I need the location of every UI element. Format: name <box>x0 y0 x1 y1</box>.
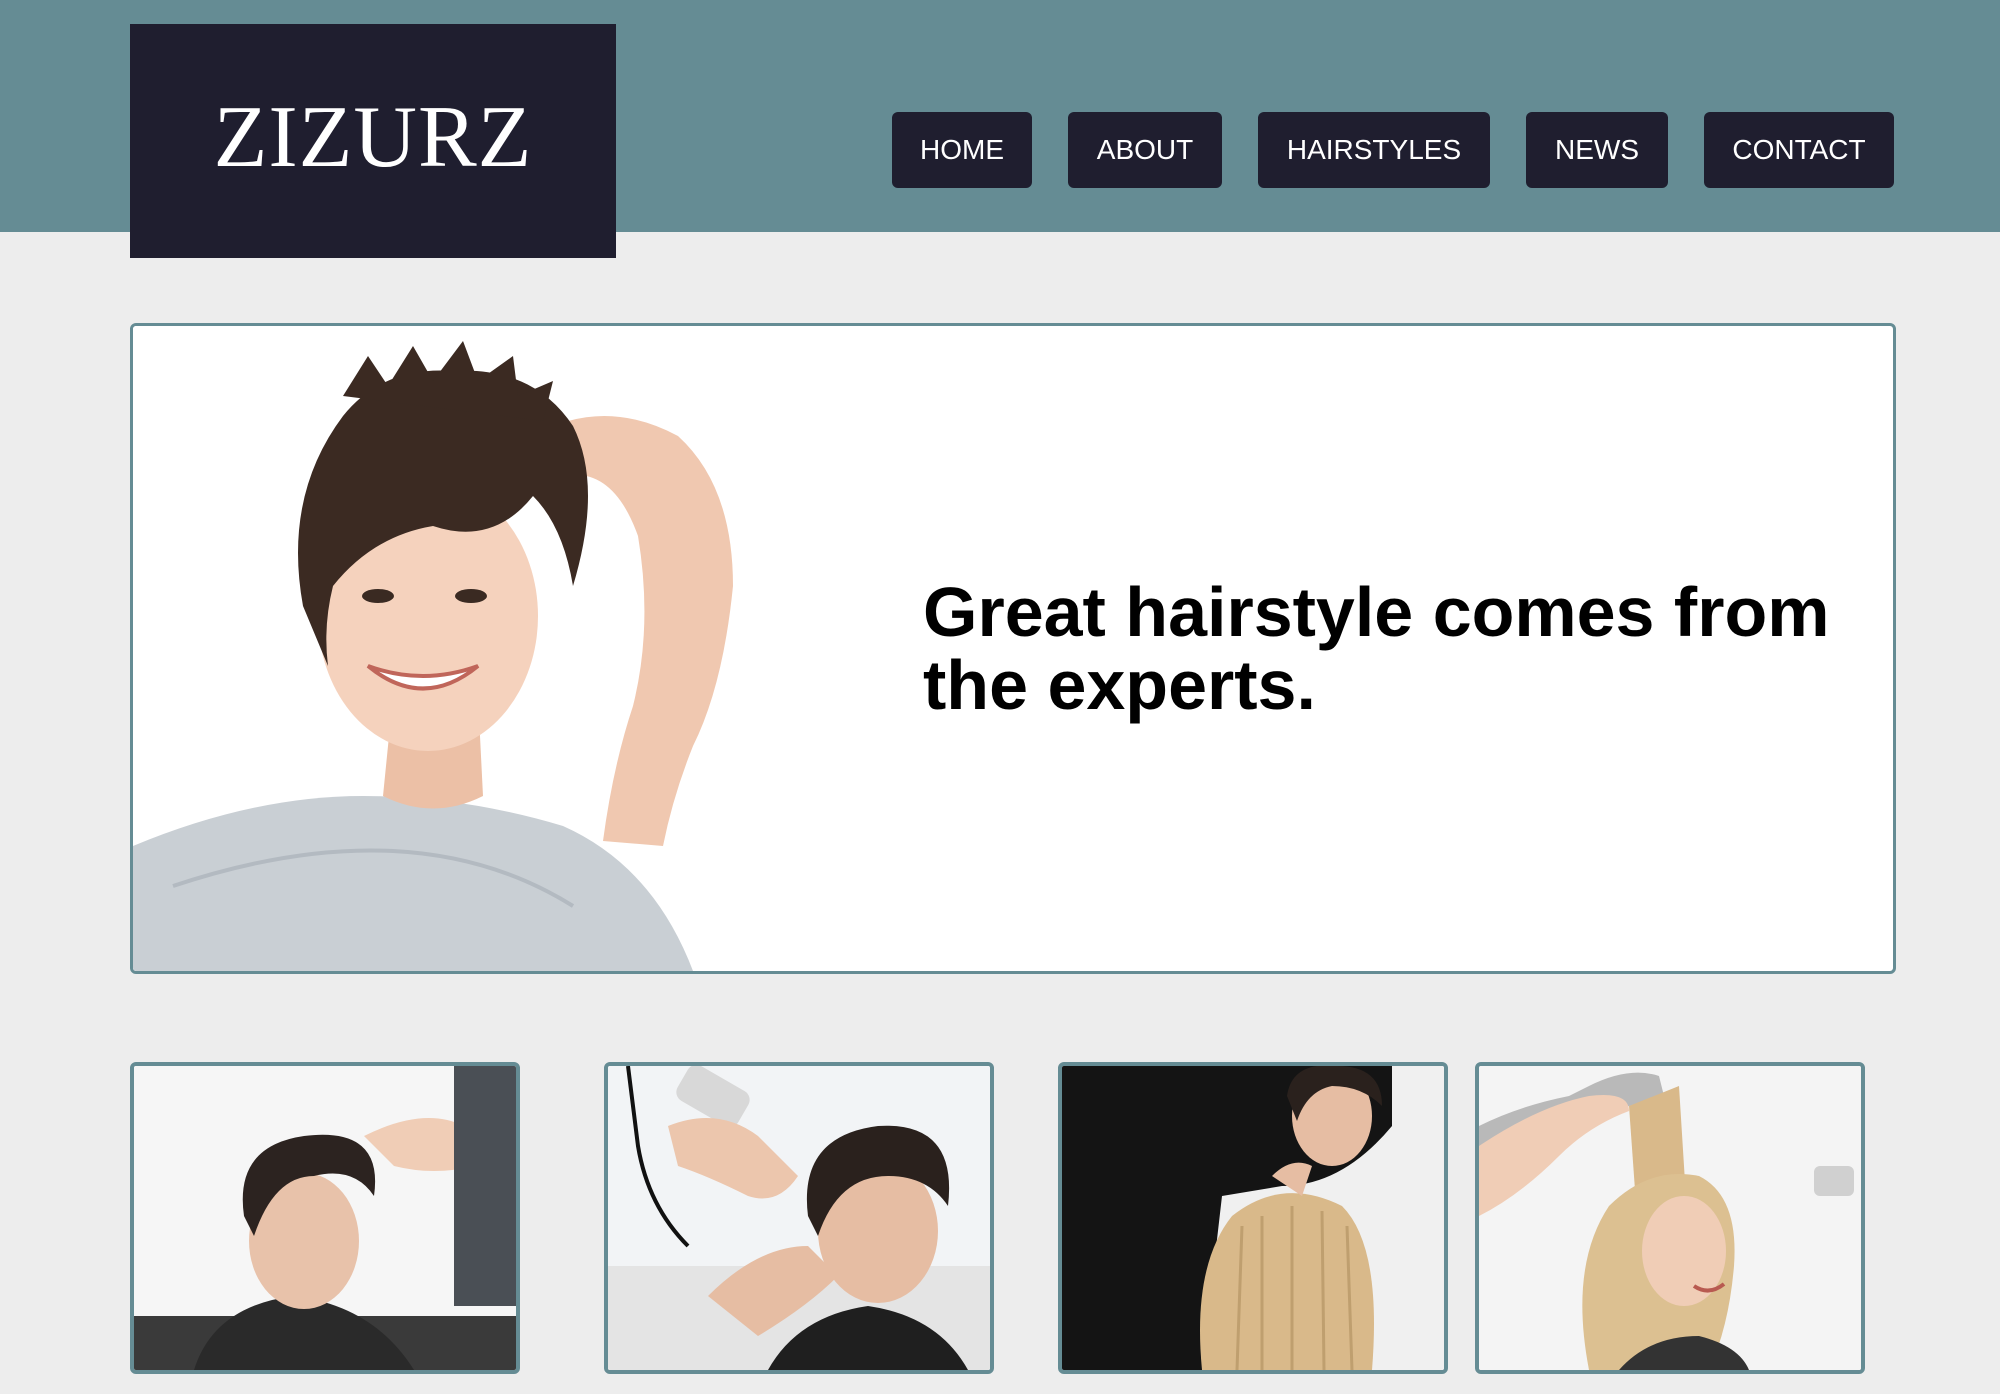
gallery-thumb-4[interactable] <box>1475 1062 1865 1374</box>
blonde-hair-lifted-photo <box>1479 1066 1861 1370</box>
gallery-thumb-3[interactable] <box>1058 1062 1448 1374</box>
hero-headline: Great hairstyle comes from the experts. <box>923 573 1830 724</box>
nav-news-button[interactable]: NEWS <box>1526 112 1668 188</box>
gallery-thumb-1[interactable] <box>130 1062 520 1374</box>
site-logo[interactable]: ZIZURZ <box>130 24 616 258</box>
hero-banner: Great hairstyle comes from the experts. <box>130 323 1896 974</box>
haircut-scissors-photo <box>134 1066 516 1370</box>
haircut-clippers-photo <box>608 1066 990 1370</box>
logo-text: ZIZURZ <box>213 89 533 186</box>
nav-hairstyles-button[interactable]: HAIRSTYLES <box>1258 112 1490 188</box>
nav-about-button[interactable]: ABOUT <box>1068 112 1222 188</box>
hero-woman-photo <box>133 326 793 971</box>
nav-home-button[interactable]: HOME <box>892 112 1032 188</box>
stylist-cutting-hair-photo <box>1062 1066 1444 1370</box>
nav-contact-button[interactable]: CONTACT <box>1704 112 1894 188</box>
gallery-thumb-2[interactable] <box>604 1062 994 1374</box>
